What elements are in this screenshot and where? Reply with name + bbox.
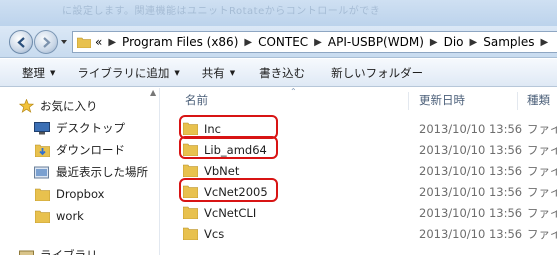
chevron-right-icon[interactable]: ▶	[540, 37, 548, 48]
file-date: 2013/10/10 13:56	[419, 226, 523, 241]
file-type: ファイ	[527, 226, 557, 241]
column-header-type[interactable]: 種類	[527, 88, 550, 112]
column-date-label: 更新日時	[419, 93, 465, 107]
file-type: ファイ	[527, 163, 557, 178]
nav-item-label: Dropbox	[56, 187, 105, 201]
nav-item-recent-places[interactable]: 最近表示した場所	[34, 162, 148, 182]
folder-icon	[183, 227, 198, 240]
file-date: 2013/10/10 13:56	[419, 163, 523, 178]
chevron-right-icon[interactable]: ▶	[430, 37, 438, 48]
command-bar: 整理 ▼ ライブラリに追加 ▼ 共有 ▼ 書き込む 新しいフォルダー	[0, 59, 557, 87]
chevron-down-icon: ▼	[50, 68, 56, 77]
nav-item-dropbox[interactable]: Dropbox	[34, 184, 104, 204]
organize-button[interactable]: 整理 ▼	[22, 65, 55, 81]
file-type: ファイ	[527, 121, 557, 136]
file-name-cell[interactable]: VcNetCLI	[183, 202, 256, 223]
chevron-right-icon[interactable]: ▶	[470, 37, 478, 48]
sort-ascending-icon: ⌃	[290, 87, 297, 96]
chevron-down-icon: ▼	[174, 68, 180, 77]
nav-item-desktop[interactable]: デスクトップ	[34, 118, 125, 138]
back-arrow-icon	[16, 36, 25, 48]
nav-item-downloads[interactable]: ダウンロード	[34, 140, 125, 160]
new-folder-label: 新しいフォルダー	[331, 65, 424, 80]
column-divider[interactable]	[517, 92, 518, 110]
address-overflow[interactable]: «	[95, 35, 102, 49]
favorites-label: お気に入り	[40, 99, 98, 113]
include-in-library-label: ライブラリに追加	[77, 65, 170, 80]
nav-item-label: ダウンロード	[56, 143, 125, 157]
forward-arrow-icon	[42, 36, 51, 48]
recent-places-icon	[34, 165, 50, 179]
nav-item-work[interactable]: work	[34, 206, 84, 226]
file-name-cell[interactable]: Vcs	[183, 223, 224, 244]
back-button[interactable]	[9, 30, 33, 54]
column-header-name[interactable]: 名前	[185, 88, 208, 112]
table-row[interactable]: VcNetCLI 2013/10/10 13:56 ファイ	[161, 202, 557, 223]
organize-label: 整理	[22, 65, 45, 80]
file-name: VcNetCLI	[204, 205, 257, 220]
nav-item-label: work	[56, 209, 84, 223]
breadcrumb-api-usbp[interactable]: API-USBP(WDM)	[328, 35, 424, 49]
file-type: ファイ	[527, 205, 557, 220]
navigation-pane: ▲ お気に入り デスクトップ ダウンロード 最近表示した場所 Dropbox w…	[0, 88, 160, 255]
column-name-label: 名前	[185, 93, 208, 107]
library-icon	[18, 248, 34, 255]
folder-icon	[183, 164, 198, 177]
folder-icon	[34, 209, 50, 223]
burn-button[interactable]: 書き込む	[259, 65, 305, 81]
breadcrumb-dio[interactable]: Dio	[444, 35, 464, 49]
file-date: 2013/10/10 13:56	[419, 205, 523, 220]
include-in-library-button[interactable]: ライブラリに追加 ▼	[77, 65, 179, 81]
file-name: Vcs	[204, 226, 225, 241]
folder-icon	[183, 206, 198, 219]
scroll-up-icon[interactable]: ▲	[150, 88, 156, 97]
file-date: 2013/10/10 13:56	[419, 142, 523, 157]
breadcrumb-samples[interactable]: Samples	[483, 35, 534, 49]
forward-button[interactable]	[34, 30, 58, 54]
share-label: 共有	[201, 65, 225, 80]
libraries-header[interactable]: ライブラリ	[18, 245, 98, 255]
burn-label: 書き込む	[259, 65, 306, 80]
new-folder-button[interactable]: 新しいフォルダー	[331, 65, 423, 81]
highlight-box	[179, 136, 278, 159]
recent-pages-dropdown-icon[interactable]	[60, 38, 68, 46]
chevron-right-icon[interactable]: ▶	[108, 37, 116, 48]
column-type-label: 種類	[527, 93, 550, 107]
file-type: ファイ	[527, 184, 557, 199]
share-button[interactable]: 共有 ▼	[202, 65, 235, 81]
chevron-right-icon[interactable]: ▶	[244, 37, 252, 48]
chevron-down-icon: ▼	[229, 68, 236, 77]
table-row[interactable]: Vcs 2013/10/10 13:56 ファイ	[161, 223, 557, 244]
background-text: に設定します。関連機能はユニットRotateからコントロールができ	[62, 6, 381, 17]
file-list: ⌃ 名前 更新日時 種類 Inc 2013/10/10 13:56 ファイ Li…	[161, 87, 557, 255]
chevron-right-icon[interactable]: ▶	[314, 37, 322, 48]
file-date: 2013/10/10 13:56	[419, 184, 523, 199]
desktop-icon	[34, 121, 50, 135]
navigation-bar: « ▶ Program Files (x86) ▶ CONTEC ▶ API-U…	[0, 26, 557, 58]
breadcrumb-program-files[interactable]: Program Files (x86)	[122, 35, 238, 49]
star-icon	[18, 99, 34, 113]
favorites-header[interactable]: お気に入り	[18, 96, 98, 116]
folder-icon	[77, 37, 91, 48]
highlight-box	[179, 178, 278, 202]
nav-item-label: 最近表示した場所	[56, 165, 148, 179]
window-title-strip: に設定します。関連機能はユニットRotateからコントロールができ	[0, 0, 557, 26]
address-bar[interactable]: « ▶ Program Files (x86) ▶ CONTEC ▶ API-U…	[72, 31, 557, 53]
downloads-icon	[34, 143, 50, 157]
nav-item-label: デスクトップ	[56, 121, 125, 135]
folder-icon	[34, 187, 50, 201]
file-date: 2013/10/10 13:56	[419, 121, 523, 136]
column-header-date[interactable]: 更新日時	[419, 88, 465, 112]
libraries-label: ライブラリ	[40, 248, 98, 255]
file-type: ファイ	[527, 142, 557, 157]
column-divider[interactable]	[408, 92, 409, 110]
file-name: VbNet	[204, 163, 240, 178]
breadcrumb-contec[interactable]: CONTEC	[258, 35, 308, 49]
